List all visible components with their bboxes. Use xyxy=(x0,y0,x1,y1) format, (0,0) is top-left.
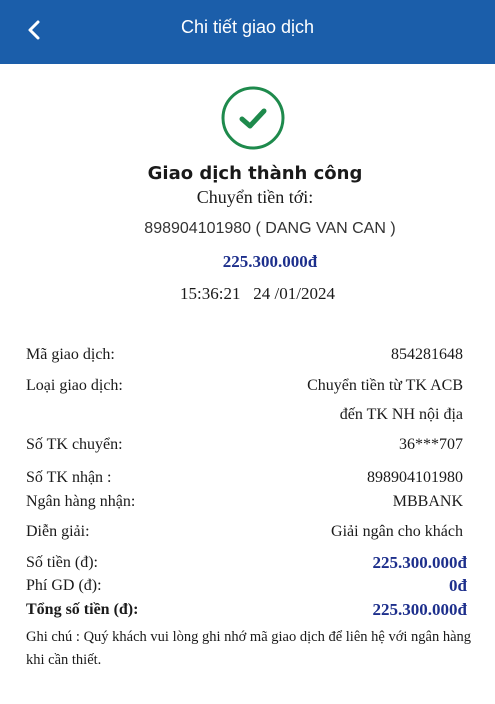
amount-value: 225.300.000đ xyxy=(372,553,467,572)
fee-label: Phí GD (đ): xyxy=(26,577,102,594)
total-value: 225.300.000đ xyxy=(372,600,467,619)
txn-id-value: 854281648 xyxy=(391,346,463,363)
fee-value: 0đ xyxy=(449,576,467,595)
check-circle-icon xyxy=(221,86,285,150)
description-label: Diễn giải: xyxy=(26,523,90,540)
total-label: Tổng số tiền (đ): xyxy=(26,601,139,618)
from-account-value: 36***707 xyxy=(399,436,463,453)
transfer-to-label: Chuyển tiền tới: xyxy=(196,187,314,207)
amount-label: Số tiền (đ): xyxy=(26,554,98,571)
summary-amount: 225.300.000đ xyxy=(222,252,318,271)
app-header: Chi tiết giao dịch xyxy=(0,0,495,64)
to-account-value: 898904101980 xyxy=(367,469,463,486)
recipient-info: 898904101980 ( DANG VAN CAN ) xyxy=(144,220,396,237)
bank-value: MBBANK xyxy=(392,493,463,510)
to-account-label: Số TK nhận : xyxy=(26,469,112,486)
txn-type-value-line2: đến TK NH nội địa xyxy=(339,406,463,423)
transaction-time: 15:36:21 24 /01/2024 xyxy=(180,284,335,303)
from-account-label: Số TK chuyển: xyxy=(26,436,123,453)
txn-id-label: Mã giao dịch: xyxy=(26,346,115,363)
note-text: Ghi chú : Quý khách vui lòng ghi nhớ mã … xyxy=(26,629,472,668)
description-value: Giải ngân cho khách xyxy=(331,523,463,540)
txn-type-label: Loại giao dịch: xyxy=(26,377,123,394)
bank-label: Ngân hàng nhận: xyxy=(26,493,136,510)
txn-type-value-line1: Chuyển tiền từ TK ACB xyxy=(307,377,463,394)
status-text: Giao dịch thành công xyxy=(147,163,363,184)
page-title: Chi tiết giao dịch xyxy=(180,17,315,37)
